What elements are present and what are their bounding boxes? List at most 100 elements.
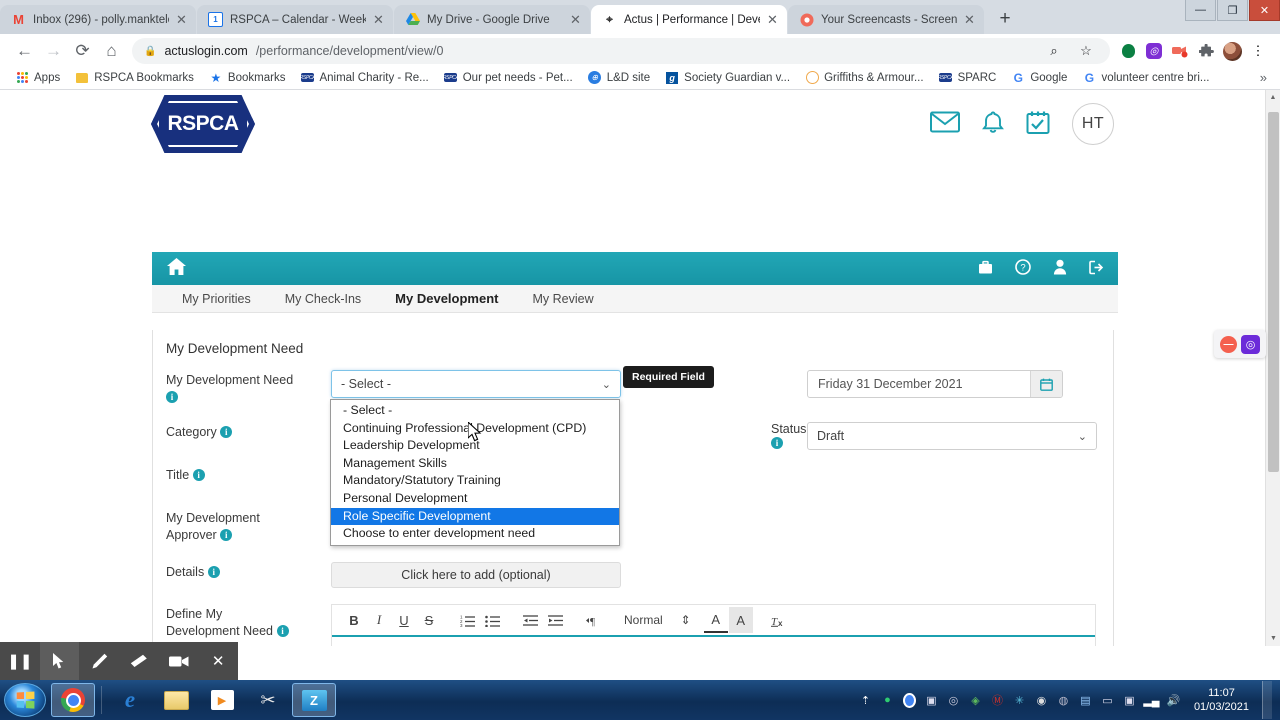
dropdown-option[interactable]: Personal Development — [331, 490, 619, 508]
editor-content-area[interactable] — [332, 637, 1095, 646]
bookmark-griffiths-armour[interactable]: Griffiths & Armour... — [799, 69, 930, 87]
bookmark-our-pet-needs[interactable]: RSPCA Our pet needs - Pet... — [438, 69, 579, 87]
scroll-down-arrow[interactable]: ▼ — [1266, 631, 1280, 646]
page-scrollbar[interactable]: ▲ ▼ — [1265, 90, 1280, 646]
bookmark-sparc[interactable]: RSPCA SPARC — [933, 69, 1003, 87]
bookmark-bookmarks[interactable]: ★ Bookmarks — [203, 69, 292, 87]
tray-chrome-icon[interactable] — [902, 693, 917, 708]
bookmark-apps[interactable]: Apps — [9, 69, 66, 87]
info-icon[interactable]: i — [192, 469, 205, 481]
pause-button[interactable]: ❚❚ — [0, 642, 40, 680]
chrome-taskbar-item[interactable] — [51, 683, 95, 717]
calendar-picker-icon[interactable] — [1030, 371, 1062, 397]
bookmark-animal-charity[interactable]: RSPCA Animal Charity - Re... — [294, 69, 434, 87]
new-tab-button[interactable]: + — [991, 5, 1019, 33]
indent-button[interactable] — [543, 607, 567, 633]
dropdown-option[interactable]: Choose to enter development need — [331, 525, 619, 543]
bookmark-google[interactable]: G Google — [1005, 69, 1073, 87]
tab-my-development[interactable]: My Development — [395, 291, 498, 306]
info-icon[interactable]: i — [771, 437, 783, 449]
dropdown-option-selected[interactable]: Role Specific Development — [331, 507, 619, 526]
format-dropdown[interactable]: Normal ⇕ — [624, 613, 691, 627]
development-need-dropdown-list[interactable]: - Select - Continuing Professional Devel… — [330, 399, 620, 546]
minimize-button[interactable]: — — [1185, 0, 1216, 21]
info-icon[interactable]: i — [220, 529, 233, 541]
stop-recording-icon[interactable]: — — [1220, 335, 1237, 353]
tray-network-icon[interactable]: ▂▄ — [1143, 693, 1159, 708]
dropdown-option[interactable]: Mandatory/Statutory Training — [331, 472, 619, 490]
details-add-button[interactable]: Click here to add (optional) — [331, 562, 621, 588]
tray-media-icon[interactable]: ◉ — [1034, 693, 1049, 708]
rich-text-editor[interactable]: B I U S 123 ¶ Normal ⇕ A A T x — [331, 604, 1096, 646]
info-icon[interactable]: i — [166, 391, 178, 403]
avatar[interactable]: HT — [1072, 103, 1114, 145]
browser-tab-active[interactable]: ⌖ Actus | Performance | Developm ✕ — [591, 5, 787, 34]
tray-bluetooth-icon[interactable]: ✳ — [1012, 693, 1027, 708]
internet-explorer-taskbar-item[interactable]: e — [108, 683, 152, 717]
tray-audio-device-icon[interactable]: ◍ — [1056, 693, 1071, 708]
extension-floating-widget[interactable]: — ◎ — [1214, 330, 1266, 358]
outdent-button[interactable] — [518, 607, 542, 633]
taskbar-clock[interactable]: 11:07 01/03/2021 — [1188, 686, 1255, 714]
home-icon[interactable]: ⌂ — [97, 37, 126, 66]
logout-icon[interactable] — [1089, 260, 1104, 278]
snipping-tool-taskbar-item[interactable]: ✂ — [246, 683, 290, 717]
close-tab-icon[interactable]: ✕ — [570, 13, 581, 26]
dropdown-option[interactable]: Management Skills — [331, 455, 619, 473]
bookmark-star-icon[interactable]: ☆ — [1074, 39, 1098, 63]
mail-icon[interactable] — [930, 111, 960, 137]
reload-icon[interactable]: ⟳ — [68, 37, 97, 66]
puzzle-extensions-icon[interactable] — [1194, 39, 1218, 63]
camera-button[interactable] — [159, 642, 199, 680]
italic-button[interactable]: I — [367, 607, 391, 633]
loom-extension-icon[interactable]: ◎ — [1241, 334, 1260, 354]
browser-tab[interactable]: My Drive - Google Drive ✕ — [394, 5, 590, 34]
clear-formatting-button[interactable]: Tx — [767, 607, 791, 633]
eraser-tool-button[interactable] — [119, 642, 159, 680]
home-icon[interactable] — [166, 257, 187, 281]
tray-monitor-icon[interactable]: ▭ — [1100, 693, 1115, 708]
zoom-taskbar-item[interactable]: Z — [292, 683, 336, 717]
tray-app-green-icon[interactable]: ● — [880, 693, 895, 708]
tab-my-priorities[interactable]: My Priorities — [182, 292, 251, 306]
browser-menu-icon[interactable]: ⋮ — [1246, 39, 1270, 63]
bookmarks-overflow-icon[interactable]: » — [1260, 70, 1271, 85]
highlight-color-button[interactable]: A — [728, 607, 753, 633]
bookmark-volunteer-centre[interactable]: G volunteer centre bri... — [1076, 69, 1215, 87]
tray-show-hidden-icon[interactable]: ⇡ — [858, 693, 873, 708]
font-color-button[interactable]: A — [703, 607, 728, 633]
forward-icon[interactable]: → — [39, 37, 68, 66]
back-icon[interactable]: ← — [10, 37, 39, 66]
calendar-icon[interactable] — [1026, 110, 1050, 139]
status-select[interactable]: Draft ⌄ — [807, 422, 1097, 450]
start-button[interactable] — [4, 683, 46, 717]
dropdown-option[interactable]: - Select - — [331, 402, 619, 420]
green-dot-extension-icon[interactable] — [1116, 39, 1140, 63]
tray-safely-remove-icon[interactable]: ▣ — [1122, 693, 1137, 708]
help-icon[interactable]: ? — [1015, 259, 1031, 278]
cursor-tool-button[interactable] — [39, 642, 80, 680]
rspca-logo[interactable]: RSPCA — [150, 94, 256, 154]
target-date-input[interactable]: Friday 31 December 2021 — [807, 370, 1063, 398]
close-tab-icon[interactable]: ✕ — [964, 13, 975, 26]
avatar[interactable] — [1220, 39, 1244, 63]
tray-display-icon[interactable]: ▤ — [1078, 693, 1093, 708]
underline-button[interactable]: U — [392, 607, 416, 633]
browser-tab[interactable]: 1 RSPCA – Calendar - Week of 1 M ✕ — [197, 5, 393, 34]
user-icon[interactable] — [1053, 259, 1067, 278]
tab-my-review[interactable]: My Review — [532, 292, 593, 306]
tray-volume-icon[interactable]: 🔊 — [1166, 693, 1181, 708]
pen-tool-button[interactable] — [79, 642, 119, 680]
bookmark-ld-site[interactable]: ⊕ L&D site — [582, 69, 656, 87]
bookmark-rspca-bookmarks[interactable]: RSPCA Bookmarks — [69, 69, 200, 87]
tray-notification-icon[interactable]: ▣ — [924, 693, 939, 708]
text-direction-button[interactable]: ¶ — [581, 607, 605, 633]
scrollbar-thumb[interactable] — [1268, 112, 1279, 472]
bell-icon[interactable] — [982, 110, 1004, 138]
maximize-button[interactable]: ❐ — [1217, 0, 1248, 21]
media-player-taskbar-item[interactable] — [200, 683, 244, 717]
bookmark-society-guardian[interactable]: g Society Guardian v... — [659, 69, 796, 87]
ordered-list-button[interactable]: 123 — [455, 607, 479, 633]
strikethrough-button[interactable]: S — [417, 607, 441, 633]
info-icon[interactable]: i — [220, 426, 233, 438]
